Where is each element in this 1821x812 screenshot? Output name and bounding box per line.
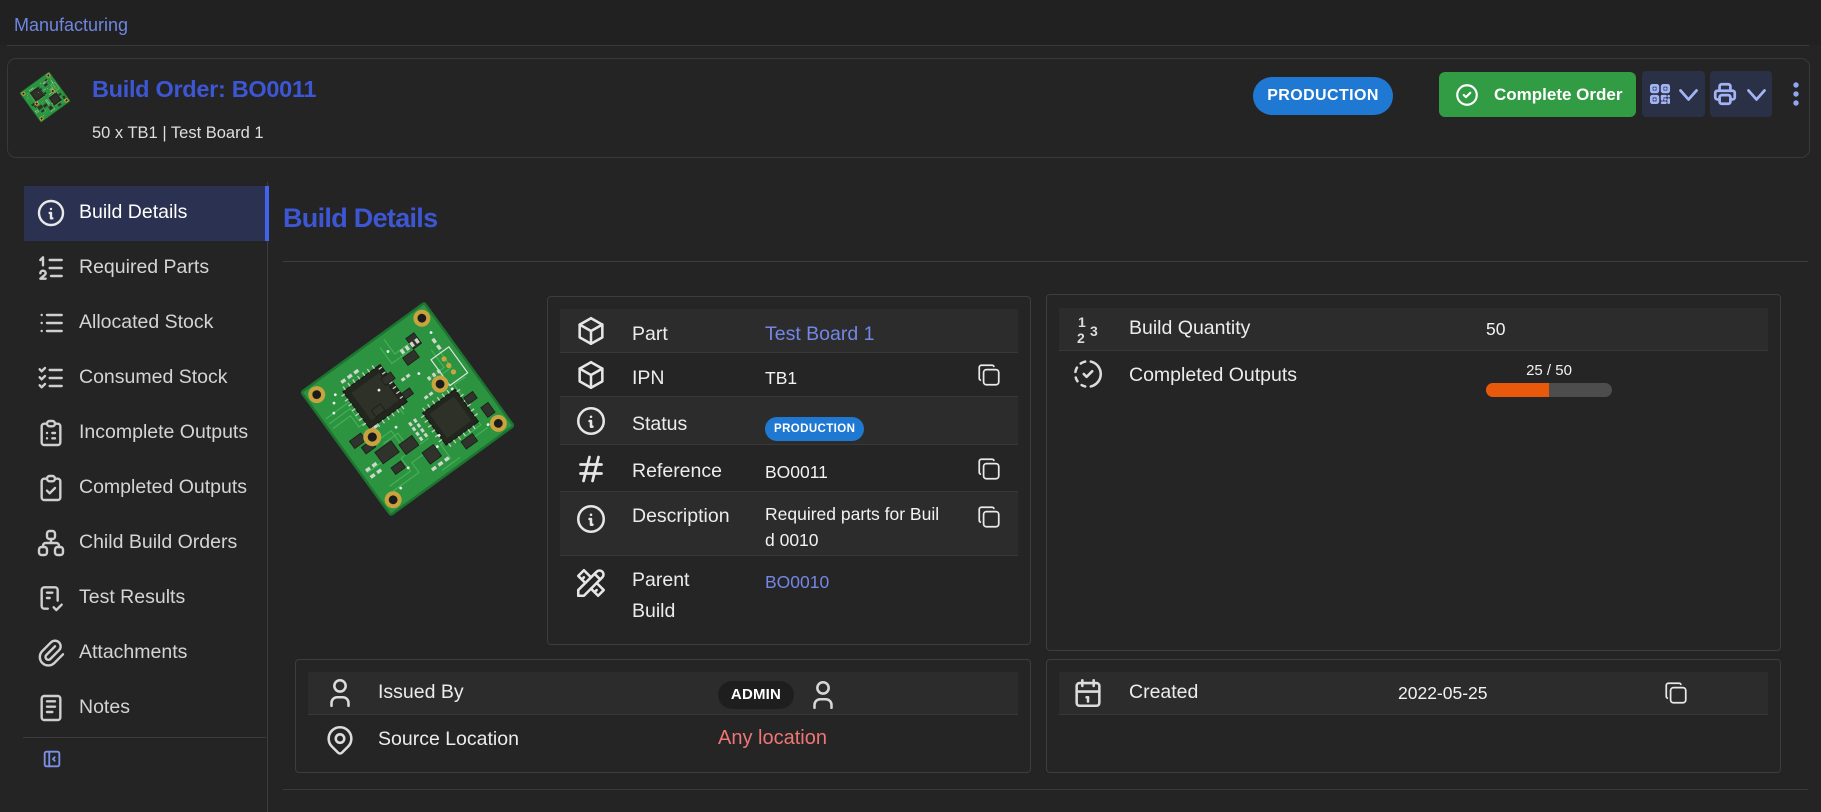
svg-text:3: 3 [1090, 323, 1098, 339]
svg-text:2: 2 [1077, 330, 1085, 346]
svg-text:1: 1 [1078, 314, 1086, 330]
